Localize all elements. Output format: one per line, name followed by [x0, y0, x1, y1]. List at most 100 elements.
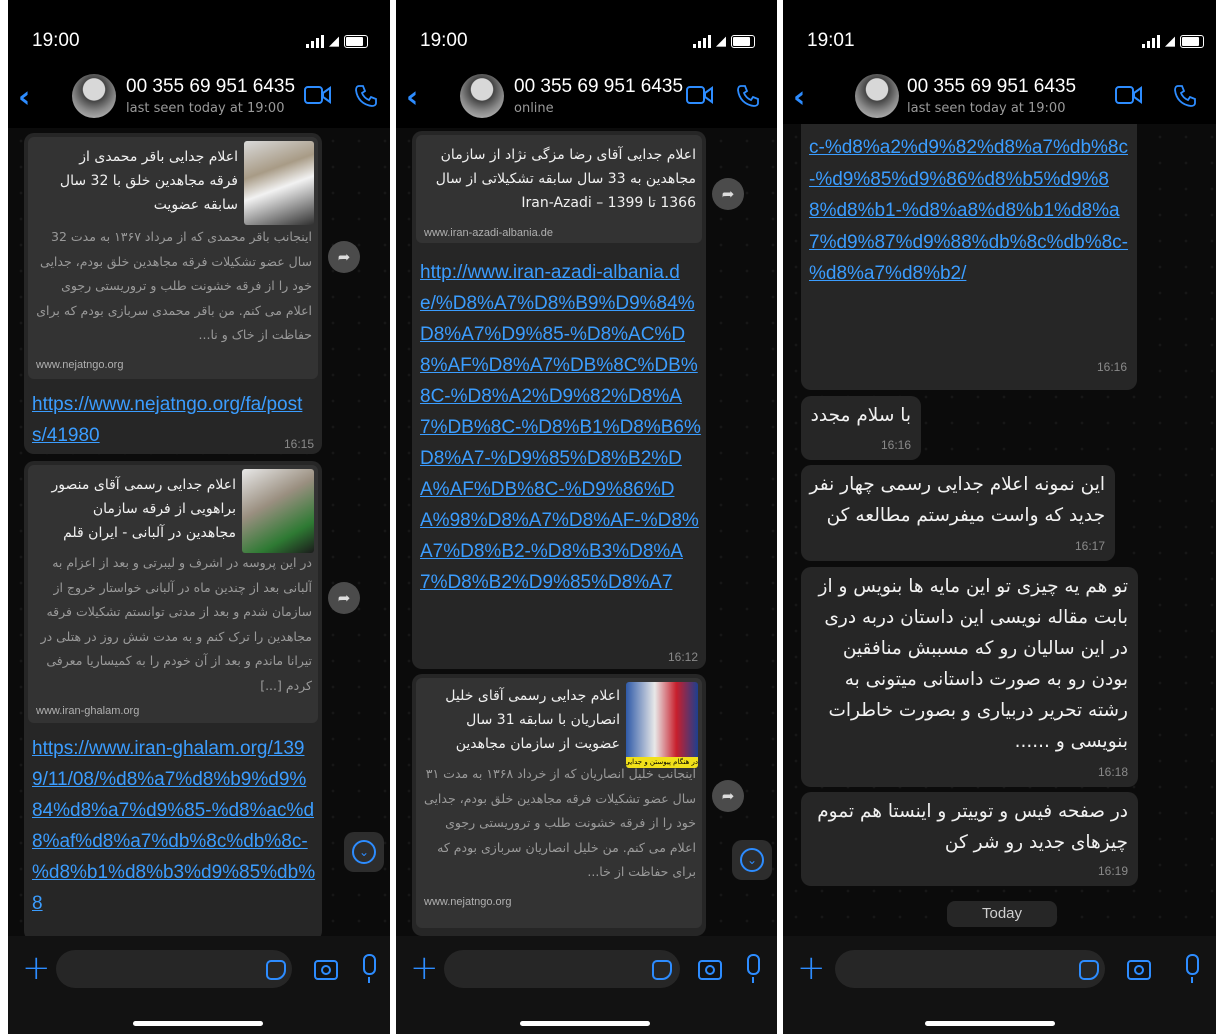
sticker-icon[interactable]	[266, 960, 286, 980]
chat-header: ‹ 00 355 69 951 6435 last seen today at …	[8, 66, 390, 126]
video-call-icon[interactable]	[686, 84, 714, 106]
message-link[interactable]: https://www.iran-ghalam.org/1399/11/08/%…	[32, 733, 316, 933]
message-input[interactable]	[56, 950, 292, 988]
message-text: با سلام مجدد	[810, 405, 911, 426]
contact-status: last seen today at 19:00	[907, 101, 1066, 116]
message-time: 16:17	[1074, 539, 1105, 553]
date-separator: Today	[947, 901, 1057, 927]
preview-title: اعلام جدایی رسمی آقای خلیل انصاریان با س…	[445, 688, 620, 752]
status-time: 19:01	[807, 30, 855, 51]
chat-header: ‹ 00 355 69 951 6435 last seen today at …	[783, 66, 1216, 126]
sticker-icon[interactable]	[652, 960, 672, 980]
link-message[interactable]: c-%d8%a2%d9%82%d8%a7%db%8c-%d9%85%d9%86%…	[801, 124, 1137, 390]
wifi-icon: ◢	[1165, 34, 1175, 49]
plus-icon[interactable]: +	[410, 948, 439, 988]
scroll-to-bottom-button[interactable]: ⌄	[732, 840, 772, 880]
status-time: 19:00	[32, 30, 80, 51]
avatar[interactable]	[855, 74, 899, 118]
input-bar: +	[8, 936, 390, 1034]
forward-icon[interactable]: ➦	[328, 241, 360, 273]
link-preview[interactable]: اعلام جدایی آقای رضا مزگی نژاد از سازمان…	[416, 135, 702, 243]
signal-icon	[693, 35, 711, 48]
link-message[interactable]: اعلام جدایی آقای رضا مزگی نژاد از سازمان…	[412, 131, 706, 669]
preview-thumbnail	[244, 141, 314, 225]
chat-screen-3: 19:01 ◢ ‹ 00 355 69 951 6435 last seen t…	[783, 0, 1216, 1034]
message-time: 16:12	[667, 650, 698, 664]
status-bar: 19:00 ◢	[8, 30, 390, 58]
plus-icon[interactable]: +	[22, 948, 51, 988]
text-message[interactable]: در صفحه فیس و توییتر و اینستا هم تموم چی…	[801, 792, 1138, 886]
message-link[interactable]: https://www.nejatngo.org/fa/posts/41980	[32, 389, 312, 451]
text-message[interactable]: با سلام مجدد 16:16	[801, 396, 921, 460]
chat-header: ‹ 00 355 69 951 6435 online	[396, 66, 777, 126]
home-indicator	[520, 1021, 650, 1026]
chevron-left-icon[interactable]: ‹	[18, 80, 30, 115]
camera-icon[interactable]	[314, 960, 338, 980]
status-time: 19:00	[420, 30, 468, 51]
link-message[interactable]: اعلام جدایی باقر محمدی از فرقه مجاهدین خ…	[24, 133, 322, 454]
preview-title: اعلام جدایی آقای رضا مزگی نژاد از سازمان…	[435, 147, 696, 211]
preview-title: اعلام جدایی رسمی آقای منصور براهویی از ف…	[51, 477, 236, 541]
link-message[interactable]: در هنگام پیوستن و جدایی از ساز اعلام جدا…	[412, 674, 706, 936]
video-call-icon[interactable]	[1115, 84, 1143, 106]
battery-icon	[1180, 35, 1204, 48]
link-message[interactable]: اعلام جدایی رسمی آقای منصور براهویی از ف…	[24, 461, 322, 936]
preview-title: اعلام جدایی باقر محمدی از فرقه مجاهدین خ…	[59, 149, 238, 213]
wifi-icon: ◢	[716, 34, 726, 49]
message-link[interactable]: http://www.iran-azadi-albania.de/%D8%A7%…	[420, 257, 702, 662]
microphone-icon[interactable]	[363, 954, 376, 983]
forward-icon[interactable]: ➦	[328, 582, 360, 614]
wifi-icon: ◢	[329, 34, 339, 49]
chat-screen-1: 19:00 ◢ ‹ 00 355 69 951 6435 last seen t…	[8, 0, 390, 1034]
forward-icon[interactable]: ➦	[712, 780, 744, 812]
signal-icon	[306, 35, 324, 48]
battery-icon	[731, 35, 755, 48]
contact-name[interactable]: 00 355 69 951 6435	[514, 76, 683, 98]
camera-icon[interactable]	[698, 960, 722, 980]
message-text: در صفحه فیس و توییتر و اینستا هم تموم چی…	[817, 801, 1128, 853]
preview-domain: www.nejatngo.org	[424, 896, 512, 908]
link-preview[interactable]: اعلام جدایی باقر محمدی از فرقه مجاهدین خ…	[28, 137, 318, 379]
home-indicator	[133, 1021, 263, 1026]
microphone-icon[interactable]	[1186, 954, 1199, 983]
message-time: 16:16	[880, 438, 911, 452]
chevron-left-icon[interactable]: ‹	[793, 80, 805, 115]
contact-name[interactable]: 00 355 69 951 6435	[126, 76, 295, 98]
phone-icon[interactable]	[354, 84, 378, 108]
phone-icon[interactable]	[1173, 84, 1197, 108]
signal-icon	[1142, 35, 1160, 48]
message-time: 16:18	[1097, 765, 1128, 779]
scroll-to-bottom-button[interactable]: ⌄	[344, 832, 384, 872]
camera-icon[interactable]	[1127, 960, 1151, 980]
contact-name[interactable]: 00 355 69 951 6435	[907, 76, 1076, 98]
avatar[interactable]	[460, 74, 504, 118]
text-message[interactable]: تو هم یه چیزی تو این مایه ها بنویس و از …	[801, 567, 1138, 787]
status-bar: 19:00 ◢	[396, 30, 777, 58]
message-input[interactable]	[835, 950, 1105, 988]
message-time: 16:15	[283, 437, 314, 451]
phone-icon[interactable]	[736, 84, 760, 108]
message-link[interactable]: c-%d8%a2%d9%82%d8%a7%db%8c-%d9%85%d9%86%…	[809, 132, 1131, 380]
input-bar: +	[783, 936, 1216, 1034]
battery-icon	[344, 35, 368, 48]
text-message[interactable]: این نمونه اعلام جدایی رسمی چهار نفر جدید…	[801, 465, 1115, 561]
message-list[interactable]: اعلام جدایی باقر محمدی از فرقه مجاهدین خ…	[8, 128, 390, 936]
link-preview[interactable]: در هنگام پیوستن و جدایی از ساز اعلام جدا…	[416, 678, 702, 928]
video-call-icon[interactable]	[304, 84, 332, 106]
message-input[interactable]	[444, 950, 680, 988]
contact-status: online	[514, 101, 554, 116]
sticker-icon[interactable]	[1079, 960, 1099, 980]
message-time: 16:19	[1097, 864, 1128, 878]
link-preview[interactable]: اعلام جدایی رسمی آقای منصور براهویی از ف…	[28, 465, 318, 723]
message-list[interactable]: اعلام جدایی آقای رضا مزگی نژاد از سازمان…	[396, 128, 777, 936]
status-bar: 19:01 ◢	[783, 30, 1216, 58]
preview-domain: www.iran-ghalam.org	[36, 705, 140, 717]
message-list[interactable]: c-%d8%a2%d9%82%d8%a7%db%8c-%d9%85%d9%86%…	[783, 124, 1216, 936]
chevron-left-icon[interactable]: ‹	[406, 80, 418, 115]
plus-icon[interactable]: +	[797, 948, 826, 988]
microphone-icon[interactable]	[747, 954, 760, 983]
message-text: تو هم یه چیزی تو این مایه ها بنویس و از …	[818, 576, 1128, 752]
forward-icon[interactable]: ➦	[712, 178, 744, 210]
avatar[interactable]	[72, 74, 116, 118]
preview-description: در این پروسه در اشرف و لیبرتی و بعد از ا…	[40, 555, 312, 693]
